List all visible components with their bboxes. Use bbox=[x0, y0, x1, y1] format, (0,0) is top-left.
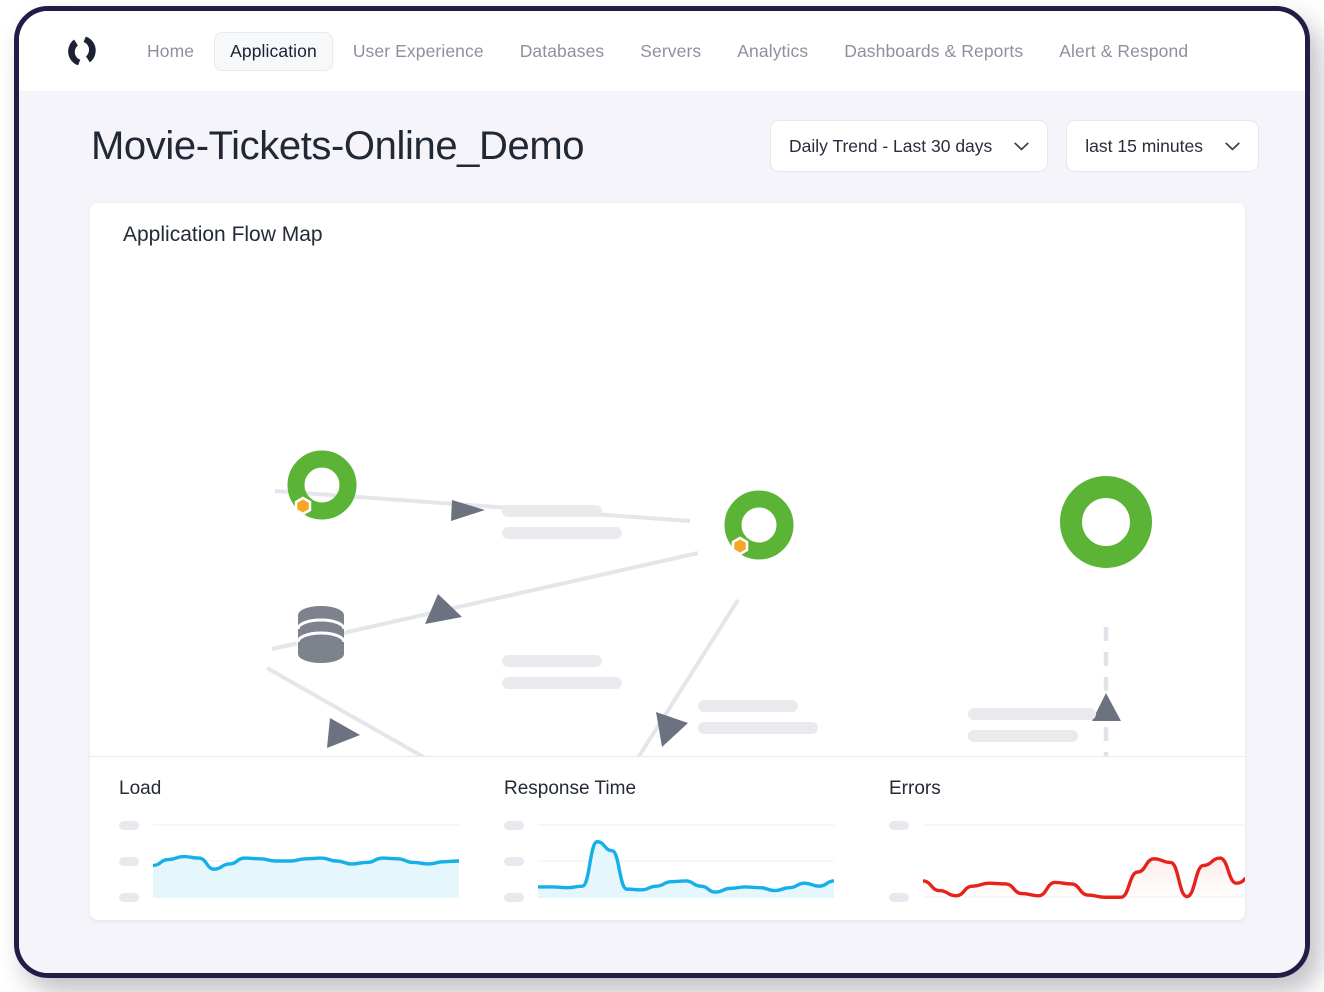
flow-node-tier-b[interactable] bbox=[724, 490, 794, 560]
metrics-sparkline-row: Load Response Time Errors bbox=[90, 757, 1245, 920]
nav-item-application[interactable]: Application bbox=[214, 31, 333, 71]
nav-item-servers[interactable]: Servers bbox=[624, 32, 717, 71]
metric-panel-response-time: Response Time bbox=[475, 757, 860, 920]
page-body: Movie-Tickets-Online_Demo Daily Trend - … bbox=[19, 91, 1305, 973]
application-flow-map-canvas[interactable] bbox=[90, 253, 1245, 756]
top-navigation-bar: Home Application User Experience Databas… bbox=[19, 11, 1305, 91]
metric-title-load: Load bbox=[119, 778, 162, 799]
browser-window-frame: Home Application User Experience Databas… bbox=[14, 6, 1310, 978]
axis-tick-placeholder bbox=[504, 821, 524, 830]
header-controls: Daily Trend - Last 30 days last 15 minut… bbox=[770, 120, 1259, 172]
axis-tick-placeholders bbox=[889, 814, 915, 906]
nav-item-home[interactable]: Home bbox=[131, 32, 210, 71]
time-range-select[interactable]: last 15 minutes bbox=[1066, 120, 1259, 172]
axis-tick-placeholder bbox=[119, 821, 139, 830]
arrow-head-icon bbox=[1092, 693, 1121, 721]
nav-item-alert-respond[interactable]: Alert & Respond bbox=[1043, 32, 1204, 71]
axis-tick-placeholder bbox=[889, 821, 909, 830]
metric-title-errors: Errors bbox=[889, 778, 941, 799]
trend-range-value: Daily Trend - Last 30 days bbox=[789, 135, 993, 156]
edge-label-placeholder bbox=[502, 505, 622, 539]
warning-hexagon-badge-icon bbox=[294, 496, 312, 516]
nav-item-dashboards-reports[interactable]: Dashboards & Reports bbox=[828, 32, 1039, 71]
edge-label-placeholder bbox=[698, 700, 818, 734]
chevron-down-icon bbox=[1014, 142, 1029, 150]
axis-tick-placeholder bbox=[119, 893, 139, 902]
arrow-head-icon bbox=[327, 718, 360, 748]
metric-chart-response-time[interactable] bbox=[504, 814, 860, 906]
metric-panel-errors: Errors bbox=[860, 757, 1245, 920]
nav-item-analytics[interactable]: Analytics bbox=[721, 32, 824, 71]
metric-panel-load: Load bbox=[90, 757, 475, 920]
arrow-head-icon bbox=[656, 712, 688, 747]
nav-item-databases[interactable]: Databases bbox=[504, 32, 621, 71]
axis-tick-placeholders bbox=[504, 814, 530, 906]
database-node-icon[interactable] bbox=[296, 606, 346, 663]
sparkline-area-fill bbox=[538, 841, 834, 898]
axis-tick-placeholder bbox=[889, 893, 909, 902]
application-flow-map-card: Application Flow Map Load Response Time … bbox=[90, 203, 1245, 920]
sparkline-errors bbox=[923, 814, 1245, 906]
axis-tick-placeholder bbox=[504, 893, 524, 902]
flow-node-tier-d[interactable] bbox=[1060, 476, 1152, 568]
page-header: Movie-Tickets-Online_Demo Daily Trend - … bbox=[19, 91, 1305, 201]
chevron-down-icon bbox=[1225, 142, 1240, 150]
appdynamics-logo-icon[interactable] bbox=[65, 34, 99, 68]
flow-map-title: Application Flow Map bbox=[123, 223, 323, 246]
axis-tick-placeholders bbox=[119, 814, 145, 906]
edge-database-to-tier-c bbox=[266, 666, 426, 756]
time-range-value: last 15 minutes bbox=[1085, 135, 1203, 156]
metric-chart-errors[interactable] bbox=[889, 814, 1245, 906]
nav-item-user-experience[interactable]: User Experience bbox=[337, 32, 500, 71]
nav-items-list: Home Application User Experience Databas… bbox=[131, 31, 1204, 71]
sparkline-response-time bbox=[538, 814, 834, 898]
edge-label-placeholder bbox=[502, 655, 622, 689]
metric-chart-load[interactable] bbox=[119, 814, 475, 906]
axis-tick-placeholder bbox=[119, 857, 139, 866]
sparkline-load bbox=[153, 814, 459, 898]
page-title: Movie-Tickets-Online_Demo bbox=[91, 123, 585, 168]
flow-node-tier-a[interactable] bbox=[287, 450, 357, 520]
axis-tick-placeholder bbox=[504, 857, 524, 866]
trend-range-select[interactable]: Daily Trend - Last 30 days bbox=[770, 120, 1049, 172]
edge-label-placeholder bbox=[968, 708, 1096, 742]
metric-title-response-time: Response Time bbox=[504, 778, 637, 799]
warning-hexagon-badge-icon bbox=[731, 536, 749, 556]
